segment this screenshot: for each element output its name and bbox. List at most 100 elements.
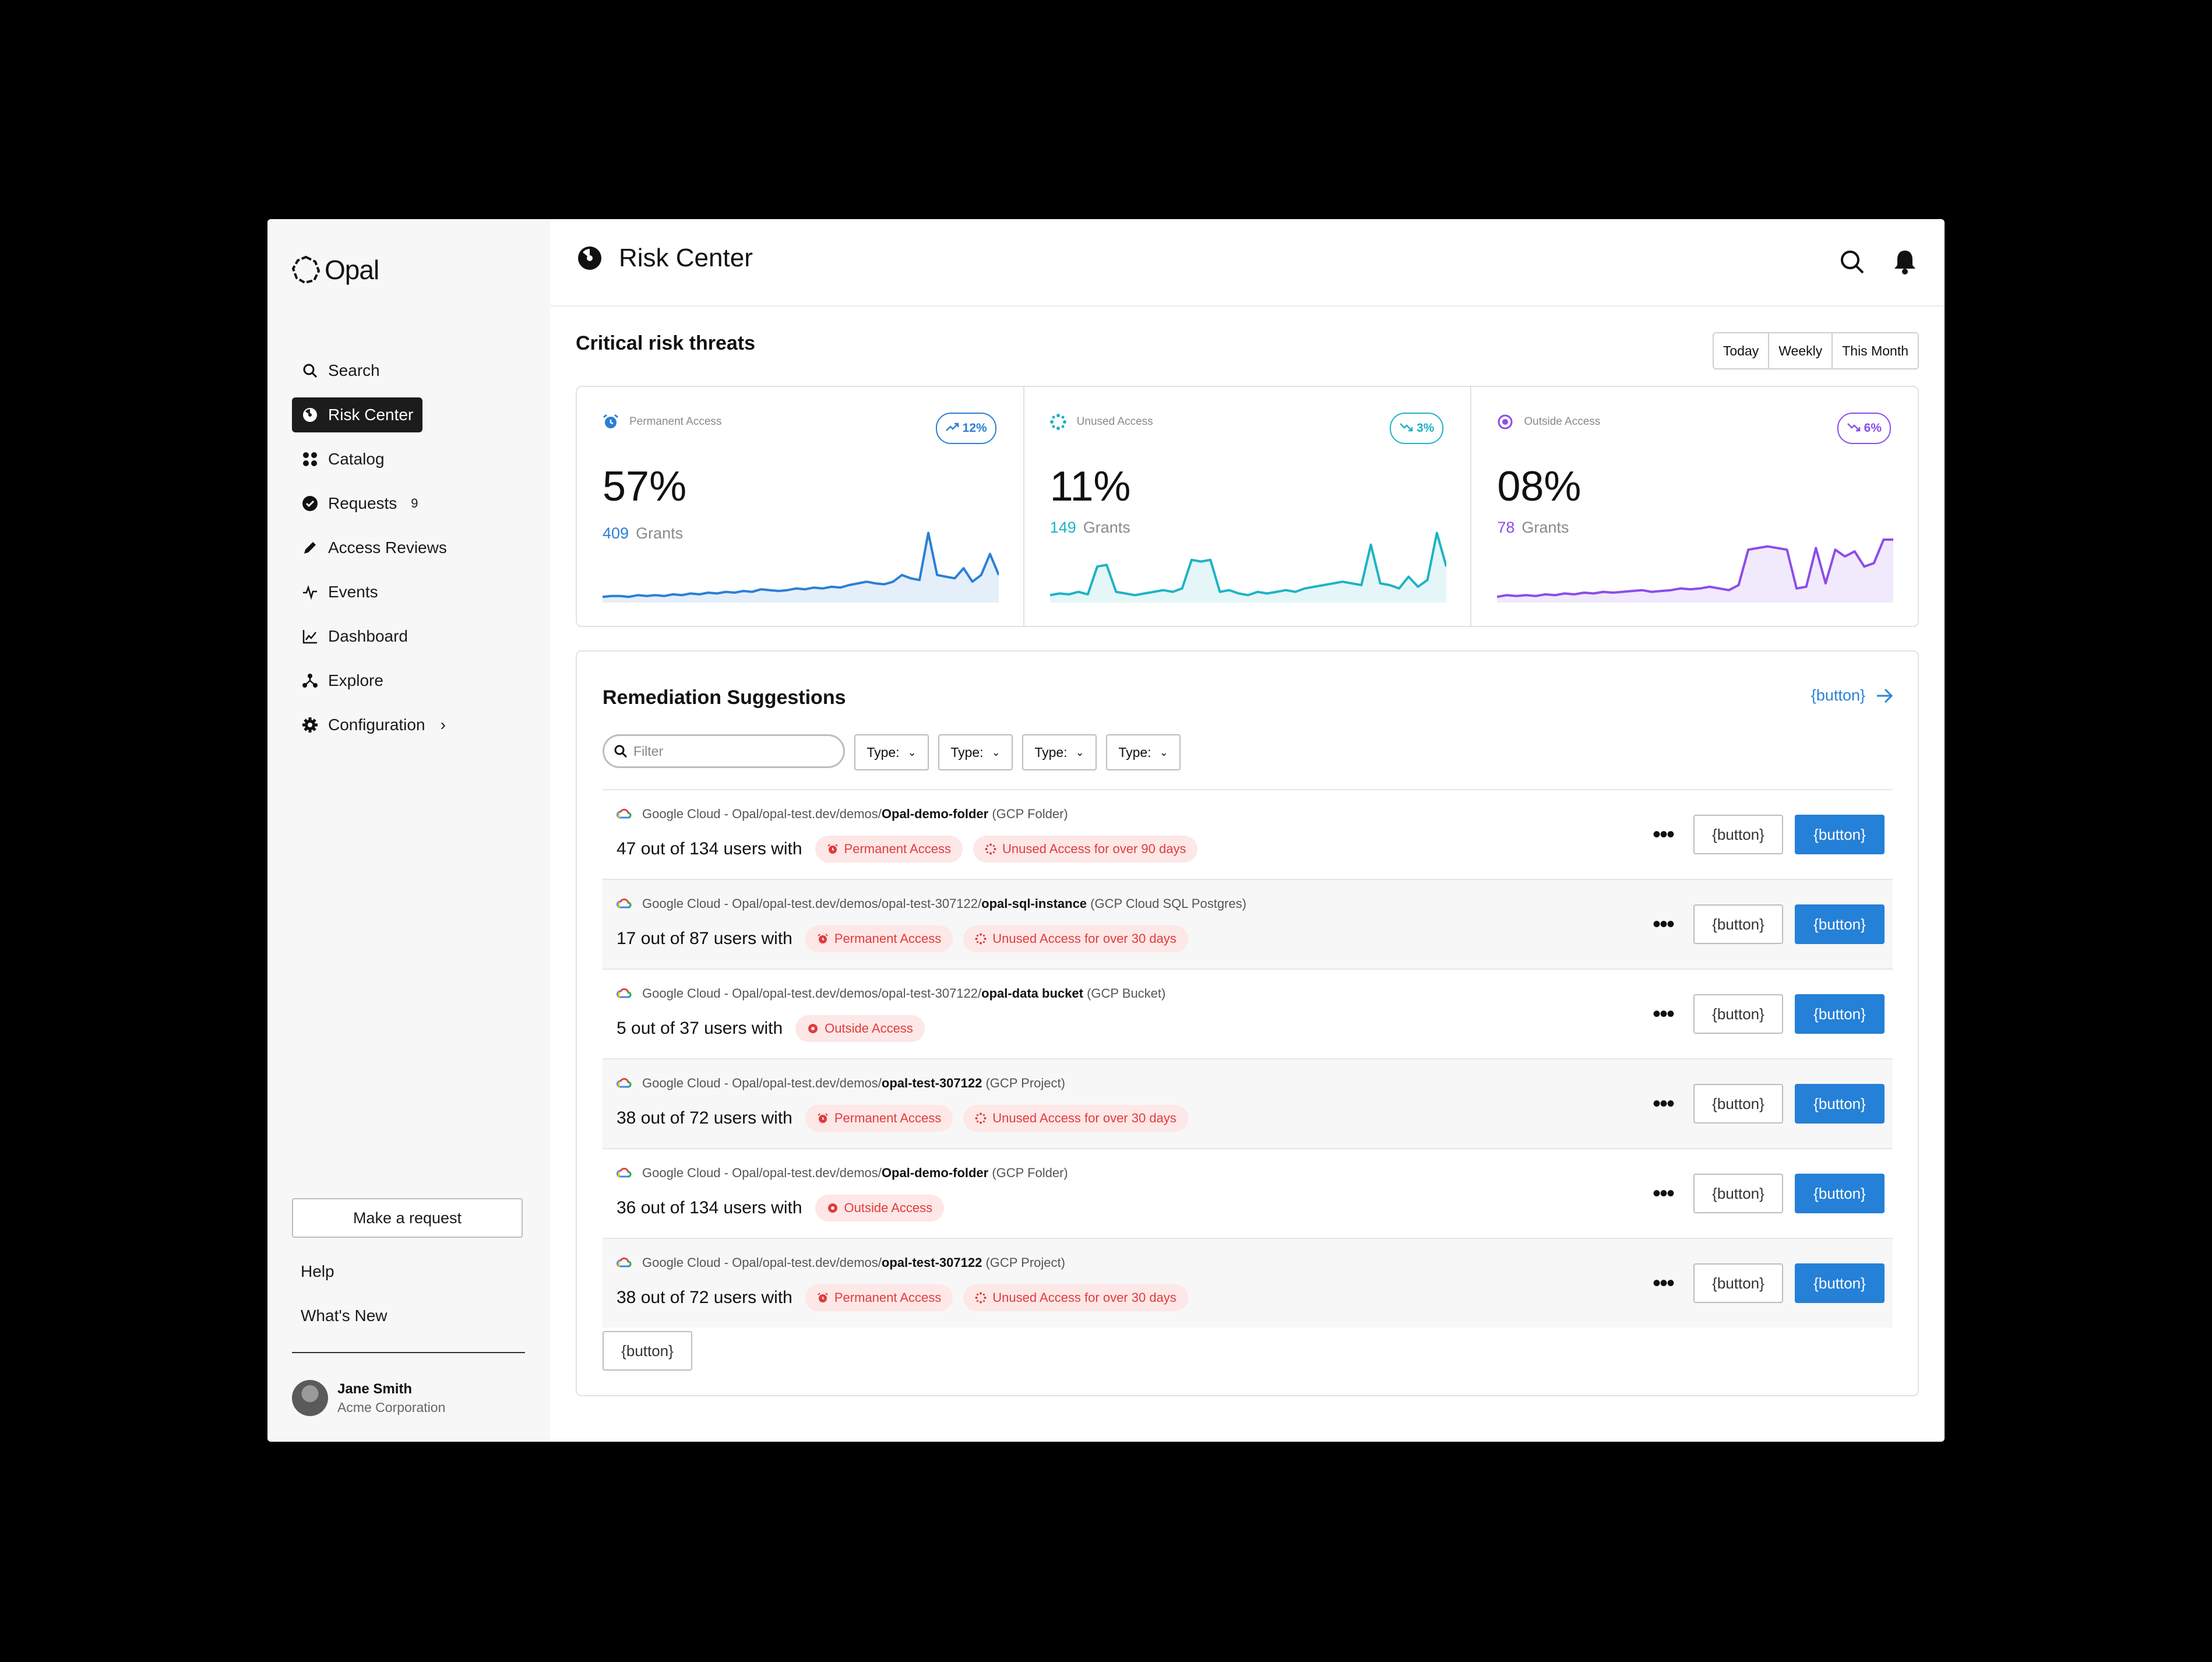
metric-card[interactable]: Outside Access 6% 08% 78 Grants [1471,387,1918,626]
sidebar-divider [292,1352,525,1353]
sidebar-item-label: Risk Center [328,406,414,424]
resource-path: Google Cloud - Opal/opal-test.dev/demos/… [617,1255,1065,1270]
google-cloud-icon [617,1167,632,1178]
app-window: Opal Search Risk Center Catalog Requests… [267,219,1945,1442]
primary-action-button[interactable]: {button} [1795,994,1885,1034]
sidebar: Opal Search Risk Center Catalog Requests… [267,219,550,1442]
resource-name[interactable]: opal-data bucket [981,986,1083,1001]
more-options-icon[interactable]: ••• [1653,823,1675,846]
secondary-action-button[interactable]: {button} [1693,815,1783,854]
secondary-action-button[interactable]: {button} [1693,1174,1783,1213]
resource-path-prefix: Google Cloud - Opal/opal-test.dev/demos/ [642,1165,882,1180]
metric-value: 11% [1049,463,1131,510]
more-options-icon[interactable]: ••• [1653,1002,1675,1026]
chevron-down-icon: ⌄ [1159,746,1168,758]
resource-path-prefix: Google Cloud - Opal/opal-test.dev/demos/… [642,986,982,1001]
risk-tag: Unused Access for over 30 days [963,925,1188,952]
metric-label: Permanent Access [629,416,722,428]
sidebar-item-access-reviews[interactable]: Access Reviews [292,530,456,565]
sidebar-item-search[interactable]: Search [292,353,389,388]
sidebar-item-requests[interactable]: Requests 9 [292,486,428,521]
remediation-view-all-link[interactable]: {button} [1811,686,1893,705]
remediation-link-label: {button} [1811,686,1865,704]
table-row[interactable]: Google Cloud - Opal/opal-test.dev/demos/… [603,1058,1893,1148]
trend-value: 6% [1864,421,1882,435]
resource-path-prefix: Google Cloud - Opal/opal-test.dev/demos/ [642,1076,882,1090]
page-title-text: Risk Center [619,244,753,272]
trend-badge: 3% [1389,413,1444,444]
search-icon[interactable] [1838,248,1865,275]
resource-name[interactable]: Opal-demo-folder [882,1165,988,1181]
type-filter-dropdown[interactable]: Type: ⌄ [1106,734,1181,770]
more-options-icon[interactable]: ••• [1653,1092,1675,1115]
risk-metrics: Permanent Access 12% 57% 409 Grants Unuse… [576,386,1919,627]
type-filter-label: Type: [1034,744,1068,760]
make-request-button[interactable]: Make a request [292,1198,523,1238]
period-weekly[interactable]: Weekly [1769,333,1833,368]
period-today[interactable]: Today [1713,333,1770,368]
avatar [292,1380,328,1416]
sparkline-chart [603,531,999,603]
metric-card[interactable]: Unused Access 3% 11% 149 Grants [1024,387,1472,626]
more-options-icon[interactable]: ••• [1653,1182,1675,1205]
secondary-action-button[interactable]: {button} [1693,1084,1783,1124]
secondary-action-button[interactable]: {button} [1693,994,1783,1034]
gear-icon [301,716,319,734]
table-row[interactable]: Google Cloud - Opal/opal-test.dev/demos/… [603,789,1893,879]
resource-name[interactable]: opal-test-307122 [882,1076,982,1091]
help-link[interactable]: Help [301,1262,334,1281]
resource-name[interactable]: Opal-demo-folder [882,807,988,822]
whats-new-link[interactable]: What's New [301,1307,388,1325]
more-options-icon[interactable]: ••• [1653,1272,1675,1295]
sidebar-item-configuration[interactable]: Configuration › [292,707,455,742]
resource-name[interactable]: opal-sql-instance [981,896,1087,911]
sidebar-item-events[interactable]: Events [292,575,388,610]
more-options-icon[interactable]: ••• [1653,913,1675,936]
primary-action-button[interactable]: {button} [1795,904,1885,944]
filter-bar: Filter Type: ⌄ Type: ⌄ Type: ⌄ Type: ⌄ [603,734,1181,770]
table-row[interactable]: Google Cloud - Opal/opal-test.dev/demos/… [603,1148,1893,1238]
metric-value: 57% [603,463,687,510]
type-filter-dropdown[interactable]: Type: ⌄ [854,734,929,770]
period-this-month[interactable]: This Month [1833,333,1918,368]
sparkline-chart [1049,531,1446,603]
sidebar-item-risk-center[interactable]: Risk Center [292,397,423,432]
sidebar-item-explore[interactable]: Explore [292,663,393,698]
resource-kind: (GCP Cloud SQL Postgres) [1090,896,1246,911]
table-row[interactable]: Google Cloud - Opal/opal-test.dev/demos/… [603,1238,1893,1328]
risk-tag-label: Permanent Access [844,841,951,856]
risk-tag: Outside Access [795,1015,925,1042]
opal-logo[interactable]: Opal [291,254,379,286]
risk-tag-label: Permanent Access [834,931,942,946]
table-row[interactable]: Google Cloud - Opal/opal-test.dev/demos/… [603,879,1893,969]
sidebar-item-label: Search [328,361,380,379]
dotted-circle-icon [975,933,992,945]
metric-card[interactable]: Permanent Access 12% 57% 409 Grants [577,387,1024,626]
check-circle-icon [301,495,319,512]
secondary-action-button[interactable]: {button} [1693,1263,1783,1303]
secondary-action-button[interactable]: {button} [1693,904,1783,944]
primary-action-button[interactable]: {button} [1795,815,1885,854]
resource-path: Google Cloud - Opal/opal-test.dev/demos/… [617,807,1068,822]
user-profile[interactable]: Jane Smith Acme Corporation [292,1380,445,1416]
type-filter-dropdown[interactable]: Type: ⌄ [1022,734,1097,770]
alarm-icon [603,414,618,428]
chevron-right-icon[interactable]: › [441,716,446,734]
type-filter-dropdown[interactable]: Type: ⌄ [938,734,1013,770]
risk-icon [578,247,601,270]
sidebar-item-label: Dashboard [328,627,408,645]
load-more-button[interactable]: {button} [603,1331,692,1371]
table-row[interactable]: Google Cloud - Opal/opal-test.dev/demos/… [603,969,1893,1058]
filter-input[interactable]: Filter [603,734,845,768]
sidebar-item-dashboard[interactable]: Dashboard [292,619,417,654]
primary-action-button[interactable]: {button} [1795,1084,1885,1124]
bell-icon[interactable] [1892,248,1918,275]
primary-action-button[interactable]: {button} [1795,1263,1885,1303]
primary-action-button[interactable]: {button} [1795,1174,1885,1213]
period-selector: Today Weekly This Month [1712,332,1919,369]
metric-label: Unused Access [1076,416,1153,428]
metric-value: 08% [1497,463,1581,510]
sidebar-item-catalog[interactable]: Catalog [292,442,394,477]
resource-name[interactable]: opal-test-307122 [882,1255,982,1270]
affected-users-count: 36 out of 134 users with [617,1198,802,1217]
